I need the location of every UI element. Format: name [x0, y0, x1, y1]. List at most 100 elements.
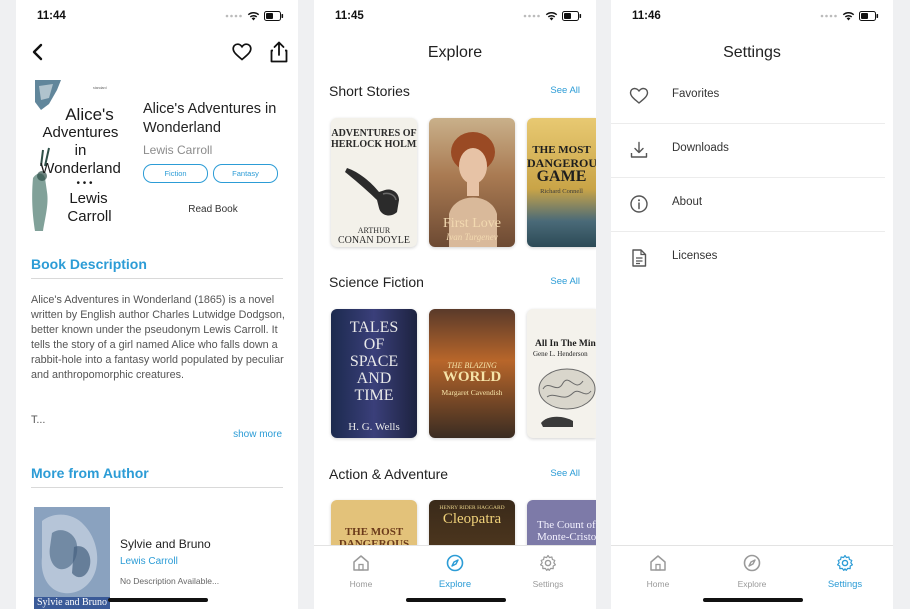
read-book-button[interactable]: Read Book: [143, 204, 283, 215]
page-title: Explore: [427, 44, 483, 61]
book-title: Alice's Adventures in Wonderland: [143, 101, 277, 136]
settings-item-label: Favorites: [672, 88, 720, 100]
divider: [31, 278, 283, 279]
book-description-truncated: T...: [31, 414, 46, 426]
cover-line: WORLD: [442, 369, 502, 385]
settings-item-label: Downloads: [672, 142, 729, 154]
gear-icon: [540, 554, 556, 571]
tab-home[interactable]: Home: [326, 554, 396, 589]
cover-line: Lewis: [69, 190, 108, 207]
signal-icon: [523, 14, 540, 18]
home-indicator: [703, 598, 803, 602]
divider: [31, 487, 283, 488]
genre-chip-fantasy[interactable]: Fantasy: [213, 164, 278, 183]
author-book-author: Lewis Carroll: [120, 556, 178, 567]
status-icons: [225, 11, 284, 21]
status-bar: 11:45: [314, 10, 596, 24]
cover-line: GAME: [536, 168, 587, 185]
wifi-icon: [545, 12, 558, 21]
cover-line: ARTHUR: [357, 226, 391, 235]
tab-explore[interactable]: Explore: [420, 554, 490, 590]
cover-illustration: [34, 507, 110, 609]
section-title-action-adventure: Action & Adventure: [329, 466, 449, 482]
wifi-icon: [842, 12, 855, 21]
book-description-text: Alice's Adventures in Wonderland (1865) …: [31, 294, 285, 381]
cover-line: First Love: [443, 216, 501, 231]
status-time: 11:45: [335, 10, 364, 22]
settings-item-favorites[interactable]: Favorites: [611, 69, 885, 124]
cover-line: THE MOST: [532, 144, 591, 156]
tab-label: Settings: [532, 579, 564, 589]
status-bar: 11:44: [16, 10, 298, 24]
cover-line: HERLOCK HOLME: [331, 139, 417, 150]
home-indicator: [406, 598, 506, 602]
book-cover[interactable]: First Love Ivan Turgenev: [429, 118, 515, 247]
cover-line: Gene L. Henderson: [533, 350, 588, 358]
see-all-short-stories[interactable]: See All: [550, 85, 580, 96]
favorite-heart-icon[interactable]: [232, 43, 252, 61]
settings-item-about[interactable]: About: [611, 177, 885, 232]
book-cover[interactable]: THE BLAZING WORLD Margaret Cavendish: [429, 309, 515, 438]
home-icon: [650, 555, 666, 571]
book-detail-screen: 11:44 standard Alice's Adventures in Won…: [16, 0, 298, 609]
tab-label: Explore: [737, 579, 767, 589]
see-all-action-adventure[interactable]: See All: [550, 468, 580, 479]
compass-icon: [446, 554, 464, 572]
cover-line: All In The Mind: [535, 339, 596, 349]
book-cover-image: standard Alice's Adventures in Wonderlan…: [31, 80, 124, 231]
author-cover-title: Sylvie and Bruno: [37, 597, 107, 608]
more-from-author-heading: More from Author: [31, 465, 149, 481]
battery-icon: [264, 11, 284, 21]
settings-item-downloads[interactable]: Downloads: [611, 123, 885, 178]
tab-label: Home: [646, 579, 670, 589]
heart-icon: [629, 87, 649, 104]
cover-line: Margaret Cavendish: [441, 388, 503, 397]
author-book-cover[interactable]: Sylvie and Bruno: [34, 507, 110, 609]
book-description-heading: Book Description: [31, 256, 147, 272]
book-cover[interactable]: THE MOST DANGEROUS GAME Richard Connell: [527, 118, 596, 247]
book-cover[interactable]: ADVENTURES OF HERLOCK HOLME ARTHUR CONAN…: [331, 118, 417, 247]
back-arrow-icon[interactable]: [30, 40, 48, 64]
gear-icon: [837, 554, 853, 571]
settings-item-label: Licenses: [672, 250, 718, 262]
show-more-link[interactable]: show more: [233, 429, 282, 440]
tab-explore[interactable]: Explore: [717, 554, 787, 589]
settings-screen: 11:46 Settings Favorites Downloads About…: [611, 0, 893, 609]
book-cover[interactable]: All In The Mind Gene L. Henderson: [527, 309, 596, 438]
status-time: 11:44: [37, 10, 66, 22]
tab-home[interactable]: Home: [623, 554, 693, 589]
status-icons: [820, 11, 879, 21]
section-title-science-fiction: Science Fiction: [329, 274, 424, 290]
cover-line: TALES OF SPACE AND TIME: [349, 319, 399, 404]
cover-line: Adventures in: [42, 124, 119, 159]
document-icon: [632, 249, 647, 267]
pipe-illustration: [345, 168, 399, 216]
cover-line: The Count of: [537, 519, 596, 531]
cover-line: ADVENTURES OF: [331, 128, 417, 139]
share-icon[interactable]: [270, 41, 288, 63]
cover-line: Cleopatra: [442, 511, 502, 527]
book-cover[interactable]: TALES OF SPACE AND TIME H. G. Wells: [331, 309, 417, 438]
book-author[interactable]: Lewis Carroll: [143, 143, 212, 157]
cover-line: Richard Connell: [540, 188, 583, 195]
signal-icon: [820, 14, 837, 18]
brain-illustration: [538, 368, 596, 427]
author-book-title[interactable]: Sylvie and Bruno: [120, 537, 211, 551]
status-time: 11:46: [632, 10, 661, 22]
settings-item-label: About: [672, 196, 703, 208]
tab-settings[interactable]: Settings: [513, 554, 583, 589]
cover-line: Carroll: [67, 208, 112, 225]
cover-line: Ivan Turgenev: [446, 232, 498, 242]
status-bar: 11:46: [611, 10, 893, 24]
tab-settings[interactable]: Settings: [810, 554, 880, 590]
tab-label: Home: [349, 579, 373, 589]
cover-line: CONAN DOYLE: [338, 235, 410, 246]
cover-line: Monte-Cristo: [537, 531, 596, 543]
explore-screen: 11:45 Explore Short Stories See All ADVE…: [314, 0, 596, 609]
home-indicator: [108, 598, 208, 602]
see-all-science-fiction[interactable]: See All: [550, 276, 580, 287]
battery-icon: [562, 11, 582, 21]
home-icon: [353, 555, 369, 571]
genre-chip-fiction[interactable]: Fiction: [143, 164, 208, 183]
settings-item-licenses[interactable]: Licenses: [611, 231, 885, 285]
